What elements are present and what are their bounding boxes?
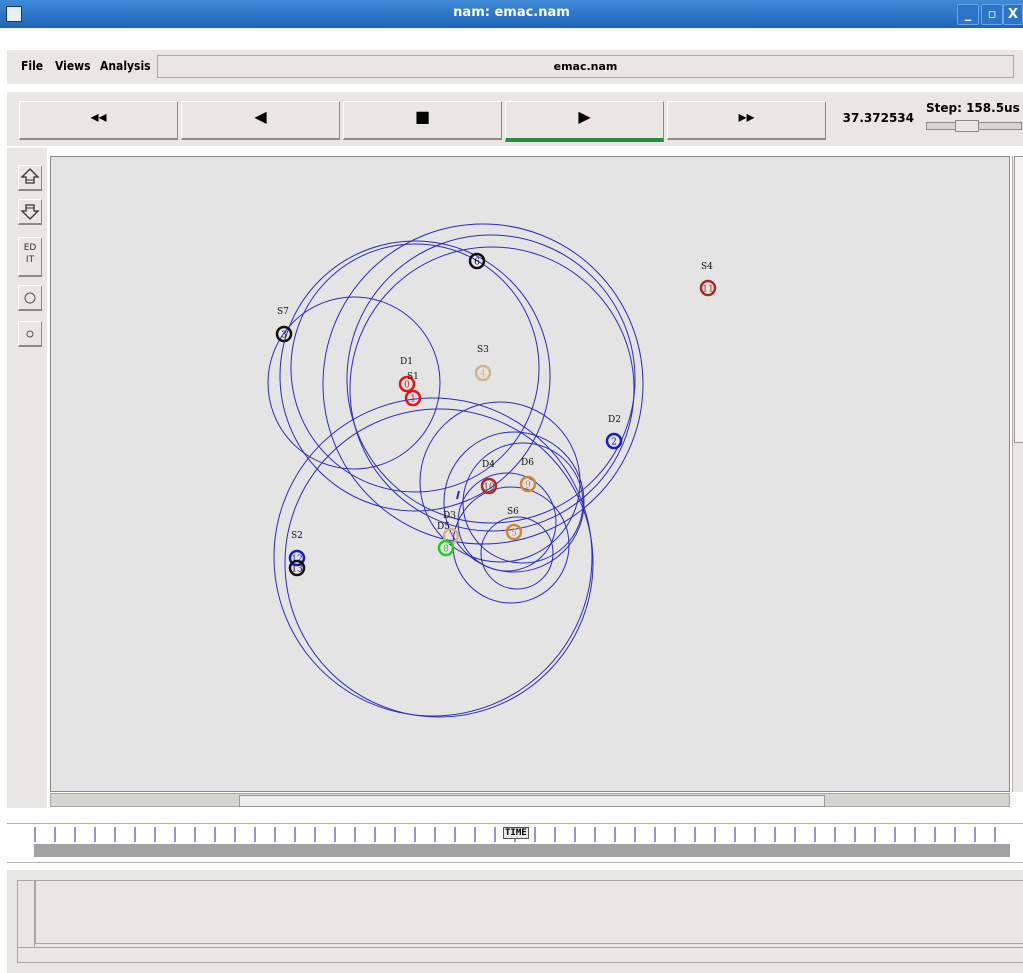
node-id: 0 (404, 381, 410, 391)
vertical-scroll-thumb[interactable] (1014, 156, 1023, 443)
menu-analysis[interactable]: Analysis (100, 59, 151, 73)
rewind-button[interactable]: ◂◂ (19, 101, 178, 140)
menu-views[interactable]: Views (55, 59, 91, 73)
node-id: 10 (483, 483, 495, 493)
node-size-small-button[interactable] (18, 321, 42, 347)
annotation-vertical-scrollbar[interactable] (17, 880, 35, 957)
canvas-horizontal-scrollbar[interactable] (50, 793, 1010, 807)
node-id: 9 (525, 481, 531, 491)
node-size-large-button[interactable] (18, 285, 42, 311)
play-button[interactable]: ▶ (505, 101, 664, 142)
step-label: Step: 158.5us (926, 101, 1020, 115)
node-id: 4 (480, 370, 486, 380)
node-id: 11 (702, 285, 713, 295)
node-label: D5 (437, 522, 450, 532)
node-label: S1 (407, 372, 419, 382)
window-title: nam: emac.nam (453, 5, 570, 20)
packet-mark (456, 490, 460, 500)
node-label: S2 (291, 531, 303, 541)
node-id: 8 (443, 545, 449, 555)
file-name-display: emac.nam (157, 55, 1014, 78)
large-circle-icon (24, 292, 36, 304)
edit-button[interactable]: ED IT (18, 237, 42, 277)
range-circle (443, 431, 585, 573)
step-slider[interactable] (926, 120, 1022, 132)
current-time-display: 37.372534 (842, 111, 914, 125)
node-label: S6 (507, 507, 519, 517)
minimize-button[interactable]: _ (957, 4, 979, 25)
node-label: S7 (277, 307, 289, 317)
node-label: S3 (477, 345, 489, 355)
zoom-out-button[interactable] (18, 199, 42, 225)
network-canvas[interactable]: 6 11 S4 3 S7 4 S3 0 D1 1 S1 2 D2 10 D4 9 D6 5 S6 7 D3 8 D5 12 S2… (50, 156, 1010, 792)
zoom-out-icon (20, 204, 40, 220)
node-label: D2 (608, 415, 621, 425)
time-marker[interactable]: TIME (503, 827, 529, 839)
node-id: 3 (281, 331, 287, 341)
zoom-in-button[interactable] (18, 165, 42, 191)
fast-forward-button[interactable]: ▸▸ (667, 101, 826, 140)
node-id: 6 (474, 258, 480, 268)
zoom-in-icon (20, 168, 40, 184)
stop-button[interactable]: ■ (343, 101, 502, 140)
horizontal-scroll-thumb[interactable] (239, 795, 825, 807)
annotation-panel (7, 870, 1023, 973)
node-label: D3 (443, 511, 456, 521)
annotation-list[interactable] (35, 880, 1023, 944)
range-circle (322, 223, 644, 545)
node-label: D6 (521, 458, 534, 468)
step-control: Step: 158.5us (920, 98, 1023, 138)
node-label: S4 (701, 262, 713, 272)
network-svg: 611S43S74S30D11S12D210D49D65S67D38D512S2… (267, 223, 717, 718)
maximize-button[interactable]: ▫ (981, 4, 1003, 25)
step-back-button[interactable]: ◀ (181, 101, 340, 140)
timeline[interactable]: TIME (7, 823, 1023, 863)
node-id: 2 (611, 438, 617, 448)
menu-file[interactable]: File (21, 59, 43, 73)
title-bar: nam: emac.nam _ ▫ X (0, 0, 1023, 28)
step-slider-thumb[interactable] (955, 120, 979, 132)
canvas-vertical-scrollbar[interactable] (1012, 156, 1023, 792)
range-circle (284, 408, 594, 718)
node-label: D1 (400, 357, 413, 367)
range-circle (290, 243, 540, 493)
close-button[interactable]: X (1003, 4, 1023, 25)
node-label: D4 (482, 460, 495, 470)
range-circle (480, 516, 554, 590)
node-id: 13 (291, 565, 303, 575)
small-circle-icon (26, 330, 34, 338)
range-circle (273, 397, 593, 717)
node-id: 5 (511, 529, 517, 539)
annotation-horizontal-scrollbar[interactable] (17, 947, 1023, 963)
node-id: 1 (410, 395, 416, 405)
